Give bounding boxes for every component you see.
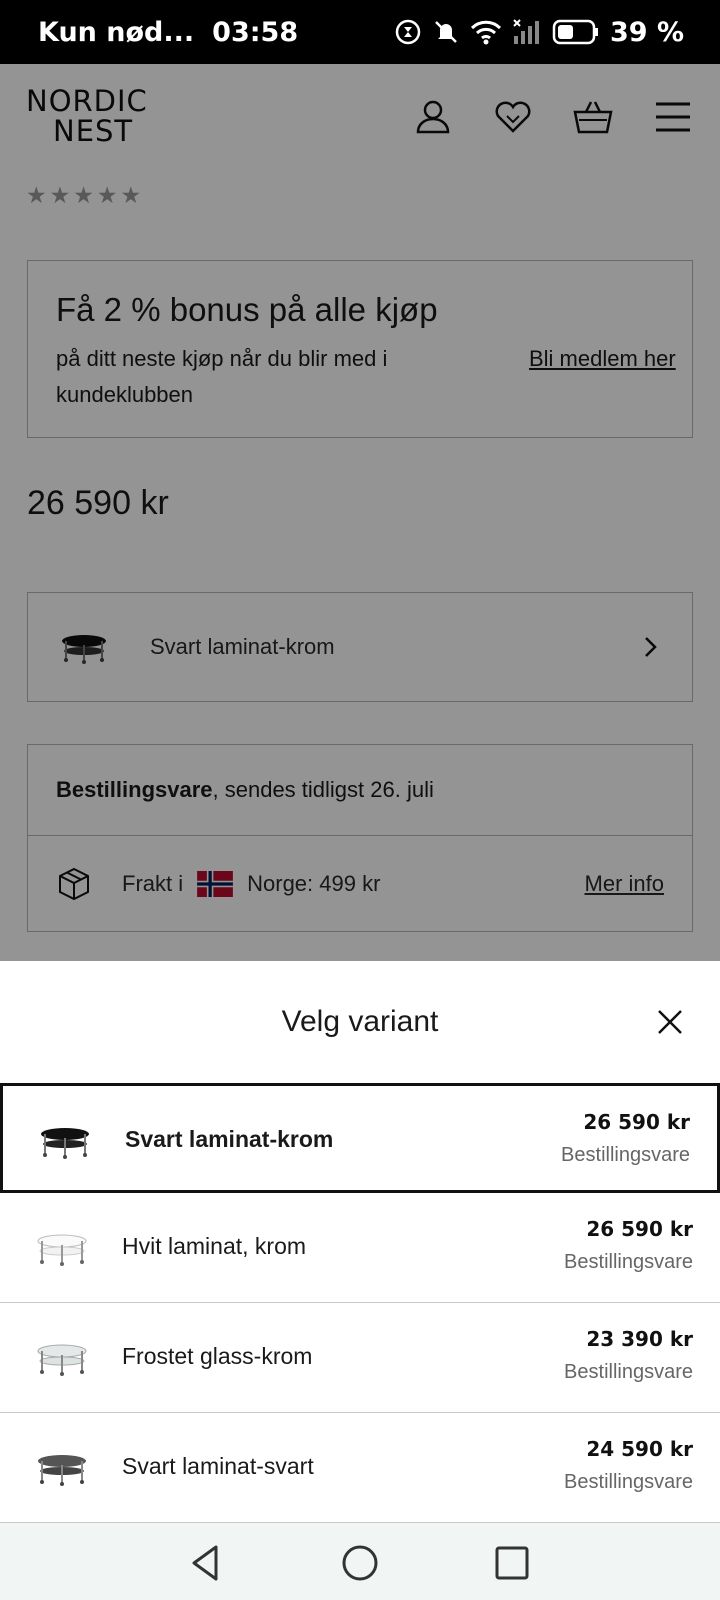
variant-option[interactable]: Svart laminat-svart 24 590 kr Bestilling… xyxy=(0,1413,720,1523)
modal-backdrop[interactable] xyxy=(0,64,720,961)
battery-icon xyxy=(552,19,598,45)
variant-thumbnail xyxy=(41,1128,89,1159)
variant-thumbnail xyxy=(38,1455,86,1486)
variant-name: Frostet glass-krom xyxy=(122,1343,313,1369)
carrier-label: Kun nød... xyxy=(38,16,195,48)
battery-percent: 39 % xyxy=(609,16,684,48)
sheet-title: Velg variant xyxy=(281,1005,439,1038)
variant-sheet: Velg variant Svart laminat-krom 26 590 k… xyxy=(0,961,720,1523)
signal-icon xyxy=(513,19,539,44)
system-nav-bar xyxy=(0,1523,720,1600)
variant-price: 26 590 kr xyxy=(583,1110,690,1134)
variant-status: Bestillingsvare xyxy=(561,1144,690,1166)
back-icon[interactable] xyxy=(184,1541,228,1585)
variant-status: Bestillingsvare xyxy=(564,1471,693,1493)
variant-option[interactable]: Svart laminat-krom 26 590 kr Bestillings… xyxy=(0,1083,720,1193)
variant-price: 23 390 kr xyxy=(586,1327,693,1351)
status-bar: Kun nød... 03:58 39 % xyxy=(0,0,720,64)
variant-name: Svart laminat-svart xyxy=(122,1453,314,1479)
close-icon[interactable] xyxy=(654,1006,686,1038)
variant-option[interactable]: Hvit laminat, krom 26 590 kr Bestillings… xyxy=(0,1193,720,1303)
variant-status: Bestillingsvare xyxy=(564,1251,693,1273)
home-icon[interactable] xyxy=(338,1541,382,1585)
variant-price: 26 590 kr xyxy=(586,1217,693,1241)
status-icons: 39 % xyxy=(394,17,684,48)
variant-name: Hvit laminat, krom xyxy=(122,1233,307,1259)
variant-price: 24 590 kr xyxy=(586,1437,693,1461)
variant-thumbnail xyxy=(37,1344,87,1376)
wifi-icon xyxy=(470,20,502,45)
clock: 03:58 xyxy=(212,16,299,48)
hourglass-icon xyxy=(395,19,421,45)
bell-off-icon xyxy=(435,21,457,43)
variant-name: Svart laminat-krom xyxy=(125,1126,334,1152)
recents-icon[interactable] xyxy=(490,1541,534,1585)
variant-status: Bestillingsvare xyxy=(564,1361,693,1383)
variant-option[interactable]: Frostet glass-krom 23 390 kr Bestillings… xyxy=(0,1303,720,1413)
variant-thumbnail xyxy=(37,1234,87,1266)
